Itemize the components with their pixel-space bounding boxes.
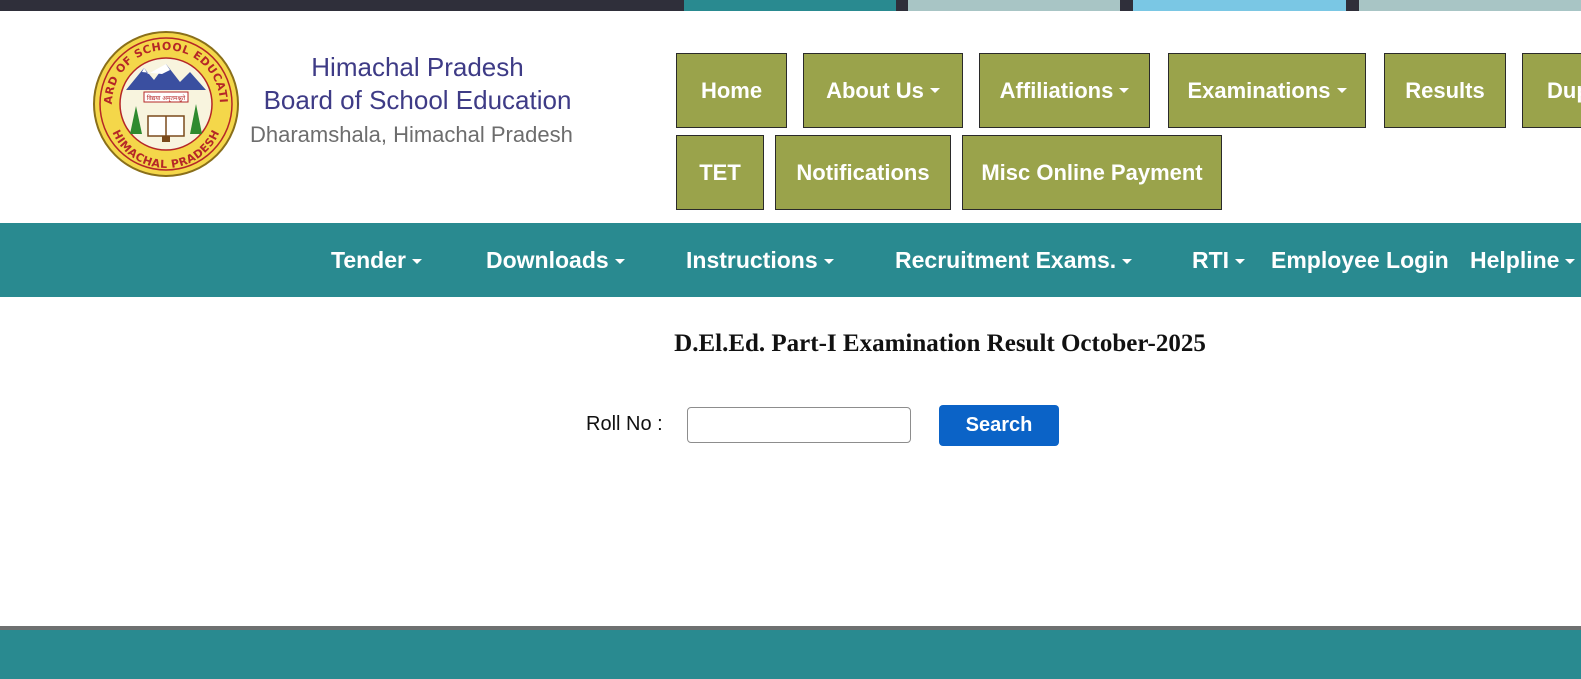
nav-results-label: Results [1405,77,1485,103]
brand-line-board: Board of School Education [263,85,572,115]
nav-results-button[interactable]: Results [1384,53,1506,128]
menu-downloads-label: Downloads [486,247,609,273]
roll-no-label: Roll No : [586,413,663,435]
top-strip-segment [908,0,1120,11]
nav-notifications-label: Notifications [796,159,930,185]
logo-banner-text: विद्यया अमृतमश्नुते [147,94,186,102]
caret-down-icon [1122,259,1133,265]
menu-recruitment-exams-label: Recruitment Exams. [895,247,1117,273]
nav-duplicate-label: Dup [1547,77,1581,103]
top-strip-segment [684,0,896,11]
menu-employee-login[interactable]: Employee Login [1271,223,1449,297]
nav-tet-button[interactable]: TET [676,135,764,210]
site-footer [0,630,1581,679]
search-button[interactable]: Search [939,405,1059,446]
menu-recruitment-exams[interactable]: Recruitment Exams. [895,223,1133,297]
nav-misc-online-payment-label: Misc Online Payment [981,159,1203,185]
nav-about-us-button[interactable]: About Us [803,53,963,128]
nav-tet-label: TET [699,159,741,185]
nav-home-button[interactable]: Home [676,53,787,128]
menu-rti[interactable]: RTI [1192,223,1246,297]
caret-down-icon [1336,88,1347,93]
menu-rti-label: RTI [1192,247,1230,273]
caret-down-icon [1119,88,1130,93]
nav-about-us-label: About Us [826,77,924,103]
caret-down-icon [823,259,834,265]
menu-helpline-label: Helpline [1470,247,1560,273]
secondary-menu-bar: Tender Downloads Instructions Recruitmen… [0,223,1581,297]
nav-misc-online-payment-button[interactable]: Misc Online Payment [962,135,1222,210]
nav-affiliations-label: Affiliations [999,77,1114,103]
nav-home-label: Home [700,77,763,103]
menu-tender[interactable]: Tender [331,223,422,297]
menu-employee-login-label: Employee Login [1271,247,1449,273]
menu-instructions[interactable]: Instructions [686,223,834,297]
menu-instructions-label: Instructions [686,247,818,273]
board-brand: Himachal Pradesh Board of School Educati… [250,51,610,150]
brand-line-location: Dharamshala, Himachal Pradesh [250,122,573,147]
page-title: D.El.Ed. Part-I Examination Result Octob… [674,330,1206,357]
menu-tender-label: Tender [331,247,406,273]
brand-line-state: Himachal Pradesh [311,52,524,82]
top-strip-segment [1133,0,1346,11]
nav-affiliations-button[interactable]: Affiliations [979,53,1150,128]
nav-notifications-button[interactable]: Notifications [775,135,951,210]
nav-examinations-button[interactable]: Examinations [1168,53,1366,128]
caret-down-icon [411,259,422,265]
roll-no-input[interactable] [687,407,911,443]
caret-down-icon [1235,259,1246,265]
board-emblem-icon[interactable]: BOARD OF SCHOOL EDUCATION HIMACHAL PRADE… [92,30,240,178]
nav-examinations-label: Examinations [1187,77,1331,103]
site-header: BOARD OF SCHOOL EDUCATION HIMACHAL PRADE… [0,11,1581,223]
caret-down-icon [1565,259,1576,265]
top-color-strip [0,0,1581,11]
top-strip-segment [1359,0,1581,11]
caret-down-icon [614,259,625,265]
menu-downloads[interactable]: Downloads [486,223,625,297]
caret-down-icon [929,88,940,93]
menu-helpline[interactable]: Helpline [1470,223,1576,297]
nav-duplicate-button[interactable]: Dup [1522,53,1581,128]
